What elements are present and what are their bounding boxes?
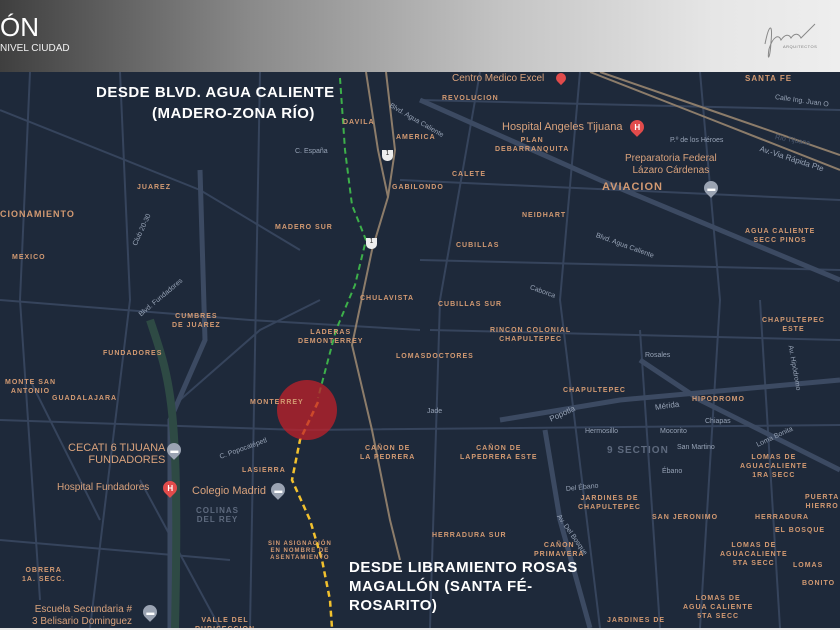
neighborhood-label: AVIACION xyxy=(602,181,663,193)
highway-shield-icon: 1 xyxy=(382,150,393,161)
neighborhood-label: PUERTA HIERRO xyxy=(805,494,840,510)
south-route-line1: DESDE LIBRAMIENTO ROSAS xyxy=(349,559,578,576)
neighborhood-label: MONTE SAN ANTONIO xyxy=(5,379,56,395)
slide-title: ÓN xyxy=(0,12,39,42)
neighborhood-label: CHAPULTEPEC ESTE xyxy=(762,317,825,333)
street-label: Hermosillo xyxy=(585,428,619,435)
north-route-title: DESDE BLVD. AGUA CALIENTE xyxy=(96,84,335,101)
logo-text: ARQUITECTOS xyxy=(783,44,818,49)
neighborhood-label: CAÑON DE LAPEDRERA ESTE xyxy=(460,445,538,461)
slide-header: ÓN NIVEL CIUDAD ARQUITECTOS xyxy=(0,0,840,72)
neighborhood-label: EL BOSQUE xyxy=(775,527,826,534)
street-label: Jade xyxy=(427,408,443,415)
neighborhood-label: MONTERREY xyxy=(250,399,304,406)
neighborhood-label: LASIERRA xyxy=(242,467,286,474)
neighborhood-label: CUBILLAS xyxy=(456,242,500,249)
neighborhood-label: LADERAS DEMONTERREY xyxy=(298,329,364,345)
neighborhood-label: CAÑON DE LA PEDRERA xyxy=(360,445,416,461)
poi-colegio-madrid[interactable]: Colegio Madrid xyxy=(192,485,266,497)
neighborhood-label: HIPODROMO xyxy=(692,396,745,403)
neighborhood-label: AGUA CALIENTE SECC PINOS xyxy=(745,228,816,244)
neighborhood-label: 9 SECTION xyxy=(607,445,669,456)
neighborhood-label: JARDINES DE xyxy=(607,617,666,624)
company-logo: ARQUITECTOS xyxy=(755,14,825,64)
neighborhood-label: MEXICO xyxy=(12,254,46,261)
north-route-subtitle: (MADERO-ZONA RÍO) xyxy=(152,105,315,122)
neighborhood-label: NEIDHART xyxy=(522,212,567,219)
map-view[interactable]: 1 1 SANTA FE REVOLUCION PLAN DEBARRANQUI… xyxy=(0,72,840,628)
poi-preparatoria-federal[interactable]: Preparatoria Federal Lázaro Cárdenas xyxy=(625,153,717,177)
neighborhood-label: CUBILLAS SUR xyxy=(438,301,503,308)
neighborhood-label: LOMAS DE AGUA CALIENTE 5TA SECC xyxy=(683,595,754,620)
river-channel xyxy=(146,318,181,628)
neighborhood-label: HERRADURA SUR xyxy=(432,532,507,539)
neighborhood-label: LOMASDOCTORES xyxy=(396,353,474,360)
poi-hospital-fundadores[interactable]: Hospital Fundadores xyxy=(57,482,149,494)
street-label: Mocorito xyxy=(660,428,687,435)
target-location-circle xyxy=(277,380,337,440)
street-label: P.º de los Héroes xyxy=(670,137,724,144)
neighborhood-label: CIONAMIENTO xyxy=(0,209,75,219)
highway-shield-icon: 1 xyxy=(366,238,377,249)
street-label: Rosales xyxy=(645,352,671,359)
poi-centro-medico-excel[interactable]: Centro Medico Excel xyxy=(452,73,544,85)
neighborhood-label: RINCON COLONIAL CHAPULTEPEC xyxy=(490,327,572,343)
neighborhood-label: LOMAS xyxy=(793,562,824,569)
street-label: Chiapas xyxy=(705,418,731,425)
neighborhood-label: JARDINES DE CHAPULTEPEC xyxy=(578,495,641,511)
neighborhood-label: CHULAVISTA xyxy=(360,295,415,302)
neighborhood-label: SAN JERONIMO xyxy=(652,514,719,521)
street-label: Ébano xyxy=(662,468,683,475)
south-route-line2: MAGALLÓN (SANTA FÉ- xyxy=(349,578,533,595)
slide-subtitle: NIVEL CIUDAD xyxy=(0,43,70,54)
neighborhood-label: CALETE xyxy=(452,171,486,178)
neighborhood-label: LOMAS DE AGUACALIENTE 1RA SECC xyxy=(740,454,808,479)
neighborhood-label: GABILONDO xyxy=(392,184,444,191)
south-route-line3: ROSARITO) xyxy=(349,597,438,614)
street-label: San Martino xyxy=(677,444,715,451)
poi-hospital-angeles[interactable]: Hospital Angeles Tijuana xyxy=(502,121,622,133)
neighborhood-label: FUNDADORES xyxy=(103,350,163,357)
neighborhood-label: VALLE DEL RUBISECCION xyxy=(195,617,254,628)
neighborhood-label: PLAN DEBARRANQUITA xyxy=(495,137,570,153)
signature-logo-icon xyxy=(764,23,816,58)
neighborhood-label: SIN ASIGNACIÓN EN NOMBRE DE ASENTAMIENTO xyxy=(268,541,332,561)
neighborhood-label: MADERO SUR xyxy=(275,224,333,231)
neighborhood-label: CHAPULTEPEC xyxy=(563,387,626,394)
neighborhood-label: AMERICA xyxy=(396,134,436,141)
poi-cecati-6[interactable]: CECATI 6 TIJUANA FUNDADORES xyxy=(68,442,165,466)
neighborhood-label: LOMAS DE AGUACALIENTE 5TA SECC xyxy=(720,542,788,567)
poi-escuela-secundaria[interactable]: Escuela Secundaria # 3 Belisario Domingu… xyxy=(32,604,132,628)
neighborhood-label: JUAREZ xyxy=(137,184,172,191)
neighborhood-label: BONITO xyxy=(802,580,836,587)
neighborhood-label: OBRERA 1A. SECC. xyxy=(22,567,66,583)
neighborhood-label: SANTA FE xyxy=(745,74,793,83)
neighborhood-label: HERRADURA xyxy=(755,514,810,521)
street-label: C. España xyxy=(295,148,328,155)
neighborhood-label: CUMBRES DE JUAREZ xyxy=(172,313,221,329)
neighborhood-label: REVOLUCION xyxy=(442,95,499,102)
neighborhood-label: GUADALAJARA xyxy=(52,395,118,402)
neighborhood-label: COLINAS DEL REY xyxy=(196,506,239,524)
neighborhood-label: DAVILA xyxy=(343,119,375,126)
